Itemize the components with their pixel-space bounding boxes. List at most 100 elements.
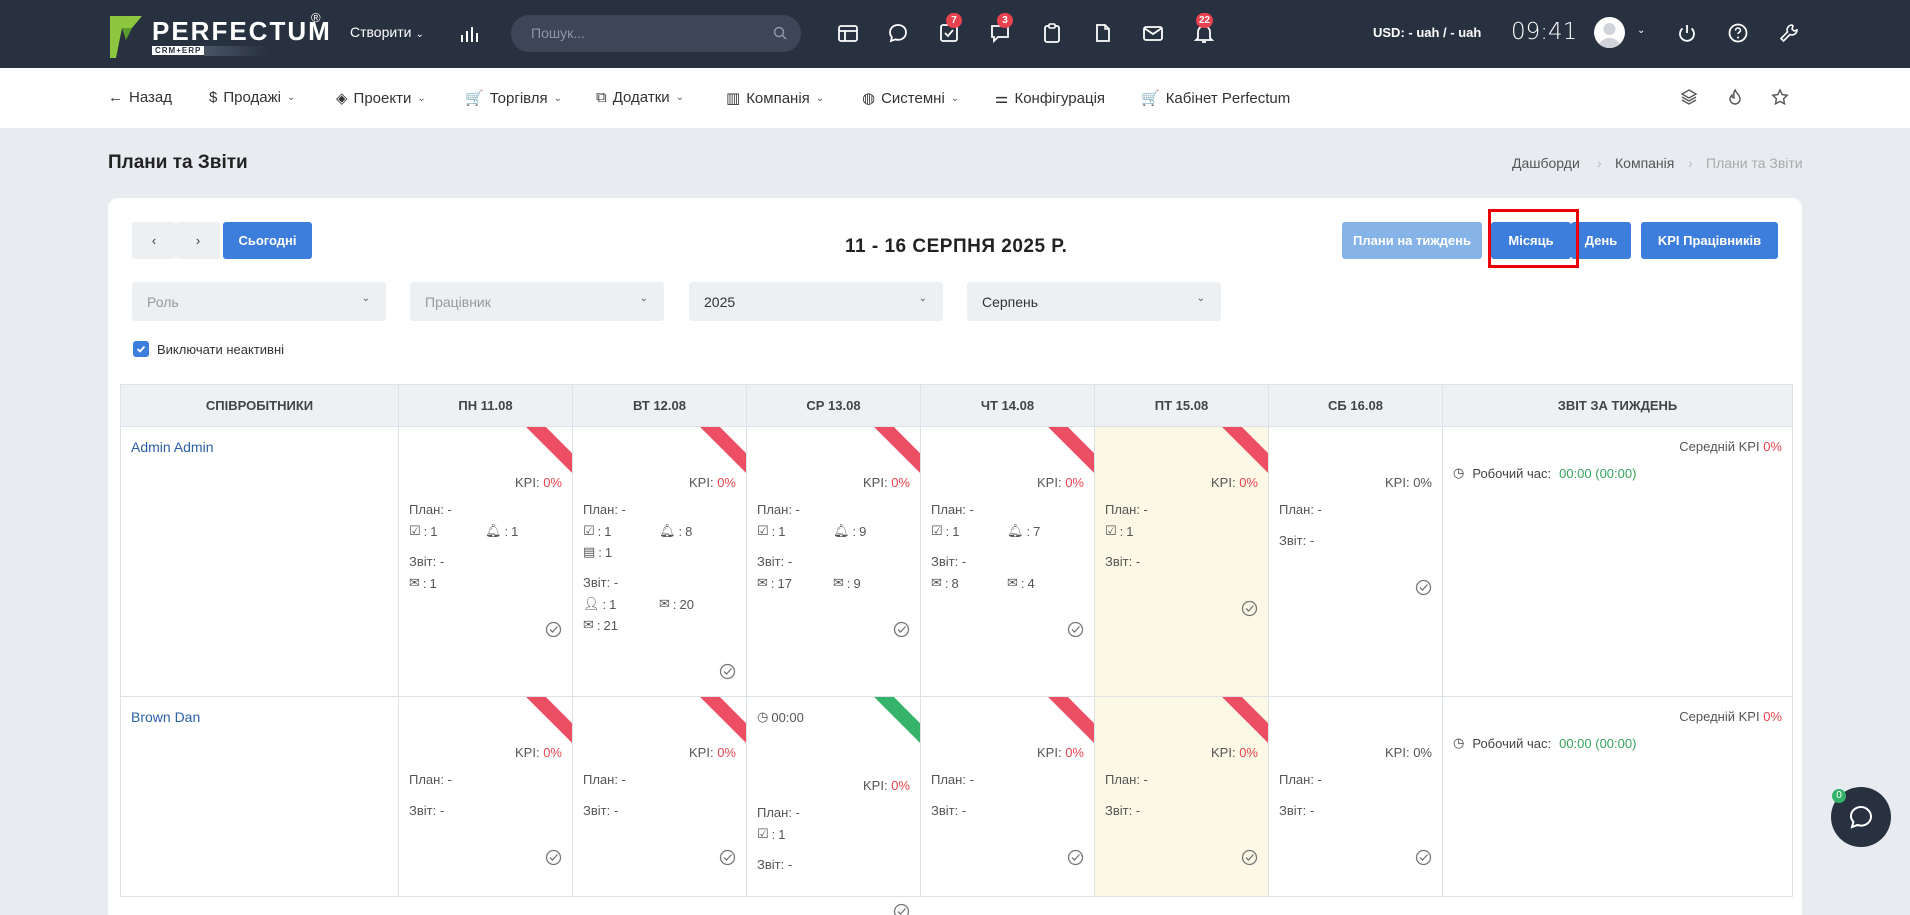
nav-trade[interactable]: 🛒 Торгівля ⌄: [465, 89, 562, 108]
day-cell[interactable]: KPI: 0% План: - ☑: 1 🔔︎: 9 Звіт: - ✉: 17…: [746, 426, 921, 697]
exclude-inactive-checkbox[interactable]: Виключати неактивні: [133, 341, 284, 357]
cart-icon: 🛒: [1141, 90, 1160, 107]
employee-select[interactable]: Працівник ⌄: [410, 282, 664, 321]
day-cell[interactable]: KPI: 0% План: - Звіт: -: [398, 696, 573, 897]
kpi-value: KPI: 0%: [1037, 475, 1084, 490]
check-circle-icon[interactable]: [893, 903, 910, 915]
day-cell-today[interactable]: KPI: 0% План: - ☑: 1 Звіт: -: [1094, 426, 1269, 697]
day-view-button[interactable]: День: [1571, 222, 1631, 259]
check-circle-icon[interactable]: [719, 663, 736, 680]
kpi-employees-button[interactable]: KPI Працівників: [1641, 222, 1778, 259]
day-cell[interactable]: KPI: 0% План: - ☑: 1 🔔︎: 8 ▤: 1 Звіт: - …: [572, 426, 747, 697]
kpi-value: KPI: 0%: [1211, 745, 1258, 760]
search-input[interactable]: Пошук...: [511, 15, 801, 52]
header-fri: ПТ 15.08: [1094, 384, 1269, 427]
help-icon[interactable]: [1727, 22, 1749, 44]
employee-cell: Admin Admin: [120, 426, 399, 697]
checkbox-checked-icon[interactable]: [133, 341, 149, 357]
cart-icon: 🛒: [465, 90, 484, 107]
week-report-cell: Середній KPI 0% ◷ Робочий час: 00:00 (00:0…: [1442, 426, 1793, 697]
check-circle-icon[interactable]: [1241, 849, 1258, 866]
day-cell[interactable]: KPI: 0% План: - ☑: 1 🔔︎: 7 Звіт: - ✉: 8 …: [920, 426, 1095, 697]
day-cell[interactable]: KPI: 0% План: - Звіт: -: [920, 696, 1095, 897]
month-view-button[interactable]: Місяць: [1491, 222, 1571, 259]
plans-table: Співробітники ПН 11.08 ВТ 12.08 СР 13.08…: [120, 384, 1793, 915]
nav-back[interactable]: ← Назад: [108, 89, 172, 106]
avatar[interactable]: [1594, 17, 1625, 48]
employee-name[interactable]: Brown Dan: [131, 709, 200, 725]
brand-name: PERFECTUM: [152, 16, 332, 46]
plan-line: План: -: [409, 772, 452, 787]
nav-projects[interactable]: ◈ Проекти ⌄: [336, 89, 426, 108]
tasks-badge: 7: [946, 13, 962, 28]
logo[interactable]: PERFECTUM ® CRM+ERP: [108, 10, 330, 58]
day-cell[interactable]: KPI: 0% План: - Звіт: -: [1268, 696, 1443, 897]
role-select[interactable]: Роль ⌄: [132, 282, 386, 321]
check-circle-icon[interactable]: [719, 849, 736, 866]
nav-cabinet[interactable]: 🛒 Кабінет Perfectum: [1141, 89, 1290, 108]
nav-company-label: Компанія: [746, 89, 810, 107]
chat-bubble-icon[interactable]: [887, 22, 909, 44]
month-select-value: Серпень: [982, 294, 1039, 310]
day-cell[interactable]: KPI: 0% План: - Звіт: -: [572, 696, 747, 897]
day-cell[interactable]: KPI: 0% План: - Звіт: -: [1268, 426, 1443, 697]
check-circle-icon[interactable]: [1067, 849, 1084, 866]
nav-system[interactable]: ◍ Системні ⌄: [862, 89, 959, 108]
week-plans-button[interactable]: Плани на тиждень: [1342, 222, 1482, 259]
employee-name[interactable]: Admin Admin: [131, 439, 213, 455]
chevron-down-icon[interactable]: ⌄: [1637, 25, 1645, 36]
nav-company[interactable]: ▥ Компанія ⌄: [726, 89, 824, 108]
check-circle-icon[interactable]: [545, 621, 562, 638]
kpi-value: KPI: 0%: [515, 475, 562, 490]
check-circle-icon[interactable]: [1415, 849, 1432, 866]
check-circle-icon[interactable]: [893, 621, 910, 638]
task-check-icon: ☑: [583, 523, 595, 538]
day-cell[interactable]: ◷ 00:00 KPI: 0% План: - ☑: 1 Звіт: -: [746, 696, 921, 915]
check-circle-icon[interactable]: [1415, 579, 1432, 596]
building-icon: ▥: [726, 90, 741, 107]
clock: 09:41: [1511, 19, 1578, 45]
table-row: Brown Dan KPI: 0% План: - Звіт: - KPI: 0…: [120, 696, 1793, 915]
create-menu[interactable]: Створити ⌄: [350, 24, 424, 40]
plan-line: План: -: [757, 502, 800, 517]
year-select-value: 2025: [704, 294, 736, 310]
nav-sales[interactable]: $ Продажі ⌄: [209, 89, 295, 106]
employee-select-value: Працівник: [425, 294, 491, 310]
day-cell-today[interactable]: KPI: 0% План: - Звіт: -: [1094, 696, 1269, 897]
clock-icon: ◷: [1453, 465, 1465, 480]
power-icon[interactable]: [1676, 22, 1698, 44]
nav-addons[interactable]: ⧉ Додатки ⌄: [596, 89, 684, 106]
create-label: Створити: [350, 24, 412, 40]
check-circle-icon[interactable]: [1067, 621, 1084, 638]
week-range-title: 11 - 16 СЕРПНЯ 2025 Р.: [845, 236, 1068, 257]
check-circle-icon[interactable]: [545, 849, 562, 866]
check-circle-icon[interactable]: [1241, 600, 1258, 617]
bar-chart-icon[interactable]: [460, 24, 480, 44]
status-ribbon: [1048, 427, 1094, 473]
year-select[interactable]: 2025 ⌄: [689, 282, 943, 321]
calendar-board-icon[interactable]: [837, 22, 859, 44]
day-cell[interactable]: KPI: 0% План: - ☑: 1 🔔︎: 1 Звіт: - ✉︎: 1: [398, 426, 573, 697]
brand-sub-bar: [204, 46, 268, 56]
wrench-icon[interactable]: [1778, 22, 1800, 44]
status-ribbon: [1222, 427, 1268, 473]
tasks-count: ☑: 1: [757, 826, 786, 842]
status-ribbon: [874, 697, 920, 743]
task-check-icon: ☑: [1105, 523, 1117, 538]
breadcrumb-company[interactable]: Компанія: [1615, 155, 1674, 171]
mail-icon[interactable]: [1142, 22, 1164, 44]
next-week-button[interactable]: ›: [176, 222, 220, 259]
breadcrumb-dashboards[interactable]: Дашборди: [1512, 155, 1580, 171]
today-button[interactable]: Сьогодні: [223, 222, 312, 259]
fire-icon[interactable]: [1726, 88, 1744, 106]
nav-config[interactable]: ⚌ Конфігурація: [995, 89, 1105, 108]
layers-icon[interactable]: [1680, 88, 1698, 106]
star-icon[interactable]: [1771, 88, 1789, 106]
chevron-down-icon: ⌄: [415, 29, 424, 40]
chevron-down-icon: ⌄: [1196, 293, 1205, 304]
messages-badge: 3: [997, 13, 1013, 28]
month-select[interactable]: Серпень ⌄: [967, 282, 1221, 321]
clipboard-icon[interactable]: [1041, 22, 1063, 44]
document-icon[interactable]: [1092, 22, 1114, 44]
prev-week-button[interactable]: ‹: [132, 222, 176, 259]
